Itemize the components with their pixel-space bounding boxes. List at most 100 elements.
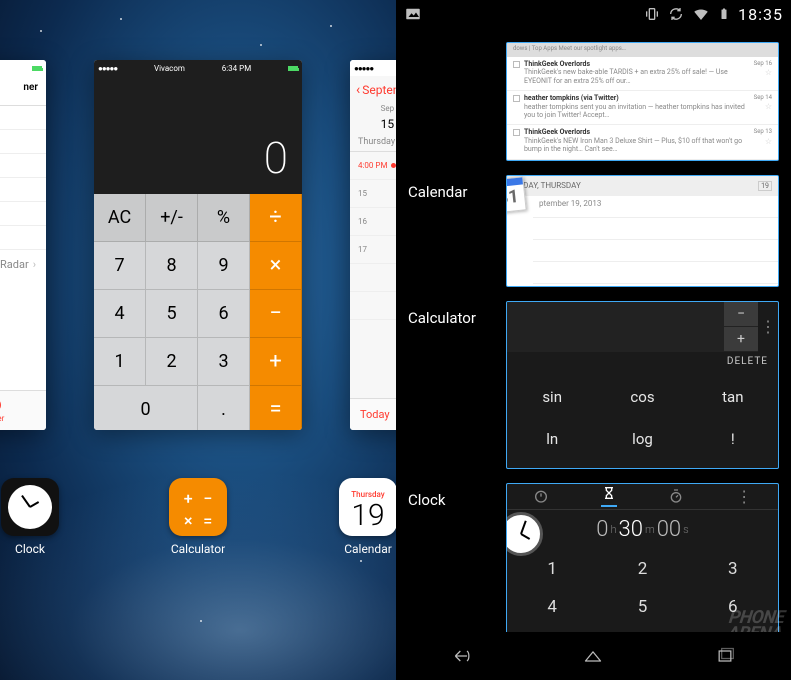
calculator-thumb[interactable]: − + ⋮ DELETE sin cos tan ln log !	[506, 301, 779, 469]
date-cell[interactable]: 15	[354, 117, 396, 131]
date-row[interactable]: 15 16 17	[350, 113, 396, 137]
tab-timer[interactable]: Timer	[0, 391, 46, 430]
fn-key[interactable]: ln	[507, 418, 597, 460]
calc-key-8[interactable]: 8	[146, 242, 198, 290]
time-slot[interactable]	[350, 264, 396, 292]
time-slot[interactable]: 4:00 PM	[350, 152, 396, 180]
recent-app-gmail[interactable]: dows | Top Apps Meet our spotlight apps……	[408, 42, 779, 161]
keypad-key[interactable]: 2	[597, 550, 687, 588]
calc-key-1[interactable]: 1	[94, 338, 146, 386]
fn-key[interactable]: tan	[688, 376, 778, 418]
time-slot[interactable]: 16	[350, 208, 396, 236]
clock-icon	[1, 478, 59, 536]
calc-key-%[interactable]: %	[198, 194, 250, 242]
timer-sound-row[interactable]: Radar	[0, 250, 46, 271]
calc-key-9[interactable]: 9	[198, 242, 250, 290]
time-slot[interactable]	[350, 292, 396, 320]
calendar-back[interactable]: ‹ September	[350, 76, 396, 104]
calc-key-−[interactable]: −	[250, 290, 302, 338]
delete-button[interactable]: DELETE	[507, 352, 778, 376]
time-slot[interactable]: 17	[350, 236, 396, 264]
star-icon[interactable]: ☆	[765, 137, 772, 147]
calendar-app-icon: 31	[506, 176, 527, 213]
calculator-icon: +−×=	[169, 478, 227, 536]
clock-tab-icon[interactable]	[533, 488, 549, 504]
email-date: Sep 13	[754, 128, 772, 135]
app-icon-calculator[interactable]: +−×= Calculator	[158, 478, 238, 556]
calendar-thumb[interactable]: 31 TODAY, THURSDAY 19 ptember 19, 2013	[506, 175, 779, 287]
minus-button[interactable]: −	[724, 302, 758, 327]
app-icon-calendar[interactable]: Thursday 19 Calendar	[328, 478, 396, 556]
plus-button[interactable]: +	[724, 327, 758, 352]
picker-row[interactable]: 13	[0, 106, 46, 130]
icon-label: Calculator	[171, 542, 225, 556]
email-row[interactable]: ThinkGeek OverlordsThinkGeek's new bake-…	[507, 57, 778, 91]
picker-row[interactable]: 16	[0, 202, 46, 226]
checkbox[interactable]	[513, 61, 520, 68]
day-label: Thursday Sept	[350, 137, 396, 152]
home-button[interactable]	[578, 646, 608, 666]
fn-key[interactable]: sin	[507, 376, 597, 418]
checkbox[interactable]	[513, 129, 520, 136]
calendar-header: TODAY, THURSDAY 19	[507, 176, 778, 196]
calendar-icon: Thursday 19	[339, 478, 396, 536]
recent-app-calculator[interactable]: Calculator − + ⋮ DELETE sin cos tan ln l…	[408, 301, 779, 469]
corner-date: 19	[758, 181, 772, 191]
keypad-key[interactable]: 4	[507, 588, 597, 626]
calc-key-÷[interactable]: ÷	[250, 194, 302, 242]
calculator-app-card[interactable]: ●●●●● Vivacom 6:34 PM 0 AC+/-%÷ 789× 456− 1…	[94, 60, 302, 430]
email-row[interactable]: ThinkGeek OverlordsThinkGeek's NEW Iron …	[507, 125, 778, 159]
time-slot[interactable]: 15	[350, 180, 396, 208]
calc-key-3[interactable]: 3	[198, 338, 250, 386]
timer-tab-icon[interactable]	[601, 485, 617, 507]
calc-key-+[interactable]: +	[250, 338, 302, 386]
star-icon[interactable]: ☆	[765, 102, 772, 112]
status-bar: ●●●●● Vivacom 6:34 PM	[94, 60, 302, 76]
calc-key-+/-[interactable]: +/-	[146, 194, 198, 242]
recents-button[interactable]	[710, 646, 740, 666]
overflow-icon[interactable]: ⋮	[736, 487, 752, 506]
fn-key[interactable]: !	[688, 418, 778, 460]
calendar-app-card[interactable]: ●●●●● Vivacom 6:34 PM ‹ September Sep 16…	[350, 60, 396, 430]
fn-key[interactable]: log	[597, 418, 687, 460]
calc-key-6[interactable]: 6	[198, 290, 250, 338]
stopwatch-tab-icon[interactable]	[668, 488, 684, 504]
recent-app-calendar[interactable]: Calendar 31 TODAY, THURSDAY 19 ptember 1…	[408, 175, 779, 287]
keypad-key[interactable]: 3	[688, 550, 778, 588]
calc-key-×[interactable]: ×	[250, 242, 302, 290]
battery-icon	[718, 5, 730, 23]
app-label: Clock	[408, 483, 494, 509]
today-link[interactable]: Today	[360, 408, 390, 421]
app-icon-row: Clock +−×= Calculator Thursday 19 Calend…	[0, 478, 396, 588]
gmail-thumb[interactable]: dows | Top Apps Meet our spotlight apps……	[506, 42, 779, 161]
calc-key-0[interactable]: 0	[94, 386, 198, 430]
timer-picker[interactable]: 13 13 14 15 min 16 17	[0, 106, 46, 250]
overflow-icon[interactable]: ⋮	[758, 302, 778, 352]
digit: 0	[596, 517, 608, 542]
calc-key-AC[interactable]: AC	[94, 194, 146, 242]
calc-key-7[interactable]: 7	[94, 242, 146, 290]
calc-key-4[interactable]: 4	[94, 290, 146, 338]
checkbox[interactable]	[513, 95, 520, 102]
header-text: dows | Top Apps Meet our spotlight apps…	[513, 45, 626, 55]
clock-tabbar: Stopwatch Timer	[0, 390, 46, 430]
email-row[interactable]: heather tompkins (via Twitter)heather to…	[507, 91, 778, 125]
calc-key-.[interactable]: .	[198, 386, 250, 430]
calc-key-2[interactable]: 2	[146, 338, 198, 386]
star-icon[interactable]: ☆	[765, 68, 772, 78]
recent-apps-list[interactable]: dows | Top Apps Meet our spotlight apps……	[396, 28, 791, 632]
app-icon-clock[interactable]: Clock	[0, 478, 70, 556]
fn-key[interactable]: cos	[597, 376, 687, 418]
unit: s	[683, 523, 689, 536]
picker-row-selected[interactable]: 15 min	[0, 178, 46, 202]
app-label: Calculator	[408, 301, 494, 327]
keypad-key[interactable]: 5	[597, 588, 687, 626]
calc-key-5[interactable]: 5	[146, 290, 198, 338]
back-button[interactable]	[447, 646, 477, 666]
picker-row[interactable]: 17	[0, 226, 46, 250]
carrier-label: Vivacom	[154, 64, 185, 73]
picker-row[interactable]: 14	[0, 154, 46, 178]
picker-row[interactable]: 13	[0, 130, 46, 154]
clock-app-card[interactable]: ●●●●● Vivacom 6:34 PM ner 13 13 14 15 mi…	[0, 60, 46, 430]
calc-key-=[interactable]: =	[250, 386, 302, 430]
